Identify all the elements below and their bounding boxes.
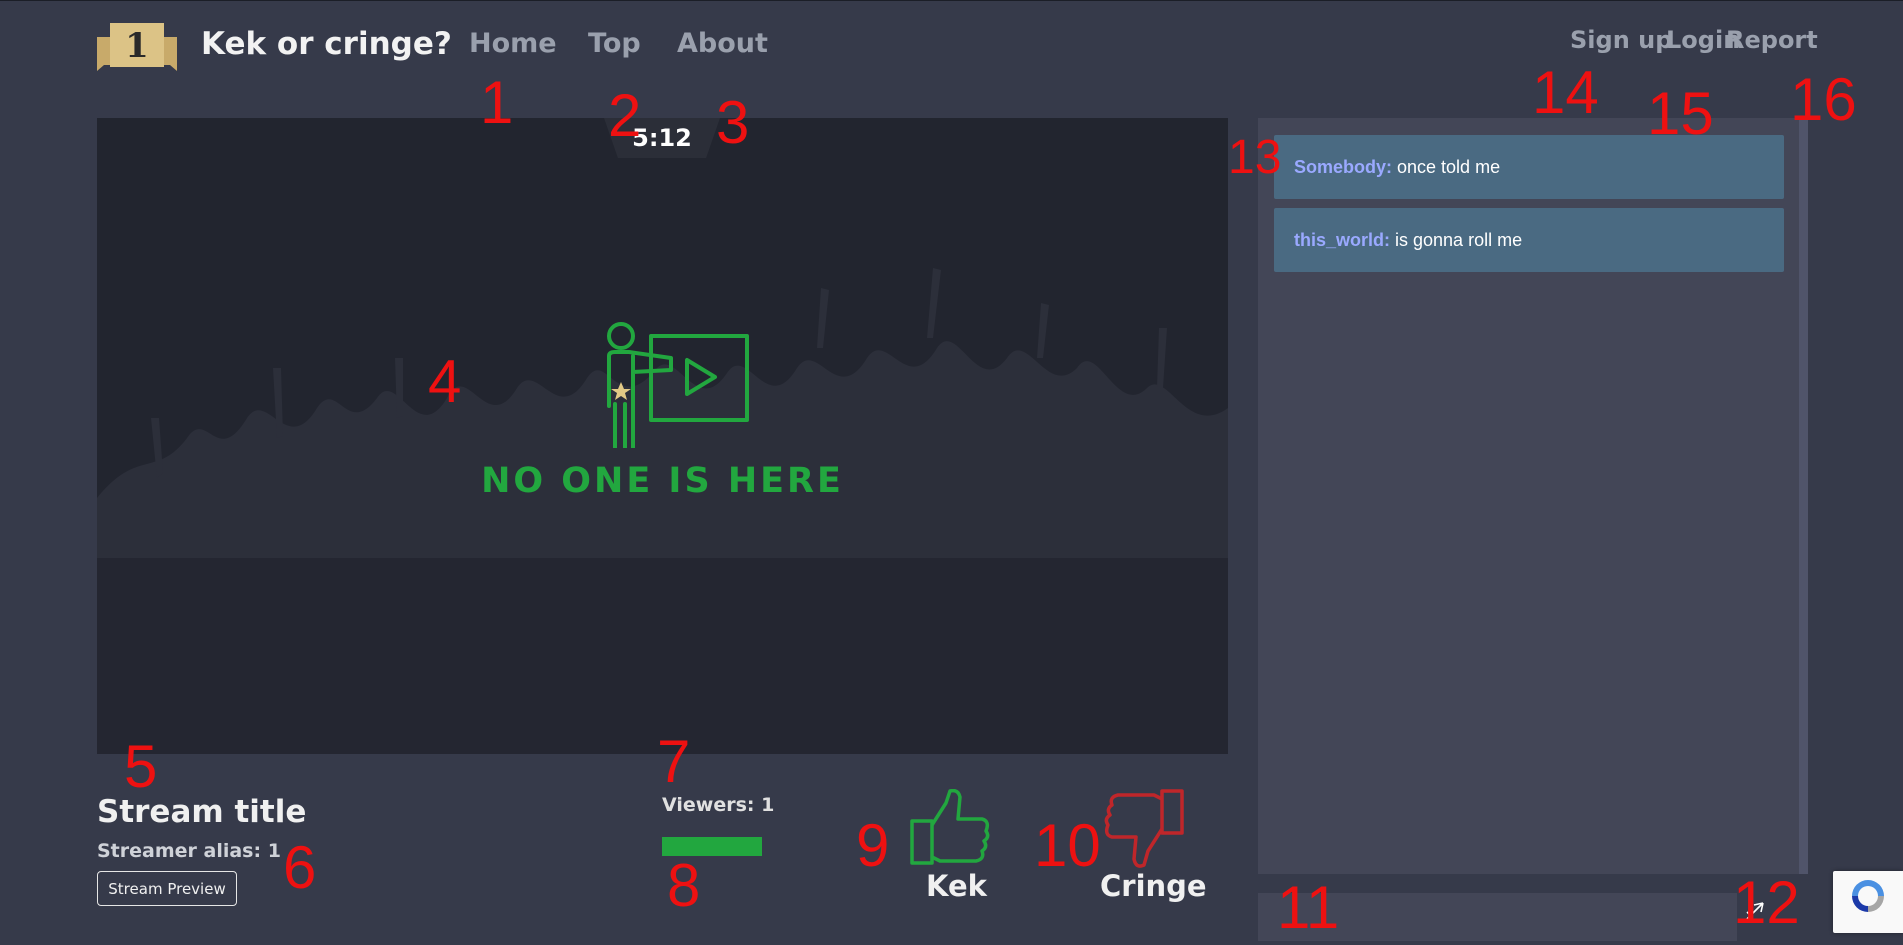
recaptcha-icon	[1852, 880, 1884, 912]
brand-title[interactable]: Kek or cringe?	[201, 26, 452, 62]
viewer-count: Viewers: 1	[662, 794, 775, 816]
marker-9: 9	[856, 812, 890, 879]
logo-badge-icon[interactable]: 1	[97, 19, 177, 71]
no-one-here-text: NO ONE IS HERE	[481, 461, 844, 501]
marker-13: 13	[1228, 131, 1282, 184]
nav-about[interactable]: About	[677, 28, 768, 59]
marker-3: 3	[716, 89, 750, 156]
chat-author: Somebody:	[1294, 157, 1393, 177]
marker-6: 6	[283, 834, 317, 901]
marker-15: 15	[1647, 80, 1714, 147]
marker-8: 8	[667, 852, 701, 919]
marker-1: 1	[480, 69, 514, 136]
marker-11: 11	[1277, 874, 1340, 941]
thumbs-down-icon[interactable]	[1104, 789, 1184, 869]
video-player[interactable]: 5:12 NO ONE IS HERE	[97, 118, 1228, 754]
presenter-play-icon	[607, 322, 749, 448]
svg-text:1: 1	[125, 26, 149, 66]
top-border	[0, 0, 1903, 1]
nav-home[interactable]: Home	[469, 28, 557, 59]
chat-message: this_world: is gonna roll me	[1274, 208, 1784, 272]
marker-16: 16	[1790, 66, 1857, 133]
marker-7: 7	[657, 728, 691, 795]
thumbs-up-icon[interactable]	[910, 789, 990, 869]
chat-text: is gonna roll me	[1390, 230, 1523, 250]
marker-10: 10	[1034, 812, 1101, 879]
chat-scrollbar[interactable]	[1799, 118, 1808, 874]
marker-2: 2	[608, 82, 642, 149]
marker-4: 4	[428, 348, 462, 415]
marker-14: 14	[1532, 59, 1599, 126]
cringe-label[interactable]: Cringe	[1100, 869, 1207, 903]
marker-5: 5	[124, 733, 158, 800]
recaptcha-badge[interactable]	[1833, 871, 1903, 933]
stream-preview-button[interactable]: Stream Preview	[97, 871, 237, 906]
chat-text: once told me	[1392, 157, 1501, 177]
streamer-alias: Streamer alias: 1	[97, 840, 281, 862]
sign-up-link[interactable]: Sign up	[1570, 26, 1672, 54]
report-link[interactable]: Report	[1726, 26, 1818, 54]
nav-top[interactable]: Top	[588, 28, 641, 59]
kek-label[interactable]: Kek	[926, 869, 987, 903]
marker-12: 12	[1733, 869, 1800, 936]
chat-author: this_world:	[1294, 230, 1391, 250]
